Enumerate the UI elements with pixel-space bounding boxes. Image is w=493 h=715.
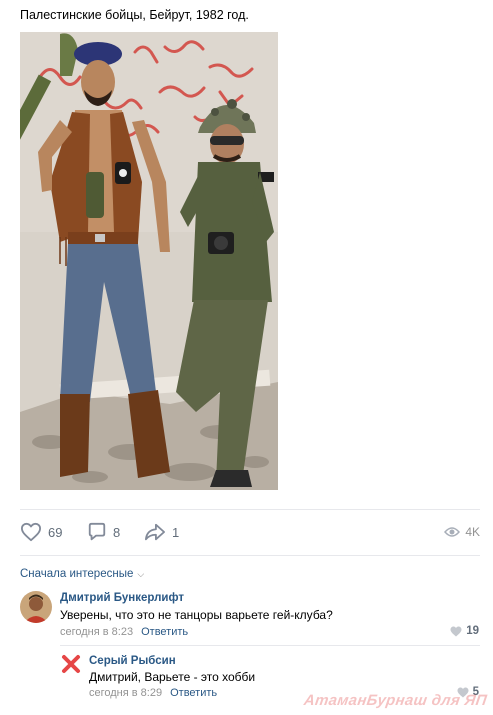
comment-meta: сегодня в 8:23 Ответить — [60, 626, 188, 638]
comment-time[interactable]: сегодня в 8:23 — [60, 626, 133, 638]
chevron-down-icon: ⌵ — [137, 568, 145, 579]
comment-icon — [88, 522, 106, 541]
share-count: 1 — [172, 524, 180, 540]
post-photo[interactable] — [20, 32, 278, 490]
comments-sort-dropdown[interactable]: Сначала интересные ⌵ — [20, 568, 144, 580]
comment-text: Дмитрий, Варьете - это хобби — [89, 670, 256, 684]
comment-like-count: 19 — [466, 625, 479, 637]
photo-illustration — [20, 32, 278, 490]
comment-text: Уверены, что это не танцоры варьете гей-… — [60, 608, 333, 622]
heart-icon — [450, 626, 462, 636]
sort-label: Сначала интересные — [20, 568, 134, 580]
like-button[interactable]: 69 — [20, 519, 62, 545]
comments-divider — [20, 555, 480, 556]
post-actions-bar: 69 8 1 4K — [20, 519, 480, 545]
eye-icon — [444, 527, 461, 537]
close-icon — [62, 655, 80, 673]
heart-icon — [20, 522, 41, 542]
like-count: 69 — [48, 524, 63, 540]
watermark: АтаманБурнаш для ЯП — [302, 692, 489, 709]
comment-button[interactable]: 8 — [87, 519, 120, 545]
comment-author[interactable]: Серый Рыбсин — [89, 655, 176, 667]
post-divider — [20, 509, 480, 510]
views-count: 4K — [465, 525, 480, 539]
reply-button[interactable]: Ответить — [170, 687, 217, 699]
comment-time[interactable]: сегодня в 8:29 — [89, 687, 162, 699]
share-button[interactable]: 1 — [144, 519, 179, 545]
deleted-user-avatar[interactable] — [60, 653, 82, 675]
reply-button[interactable]: Ответить — [141, 626, 188, 638]
post-text: Палестинские бойцы, Бейрут, 1982 год. — [20, 8, 249, 22]
views-counter: 4K — [444, 519, 480, 545]
avatar-image — [20, 591, 52, 623]
comment-count: 8 — [113, 524, 121, 540]
comment-divider — [60, 645, 480, 646]
avatar[interactable] — [20, 591, 52, 623]
comment-meta: сегодня в 8:29 Ответить — [89, 687, 217, 699]
comment-author[interactable]: Дмитрий Бункерлифт — [60, 592, 184, 604]
comment-like-button[interactable]: 19 — [450, 625, 479, 637]
share-icon — [145, 523, 165, 541]
